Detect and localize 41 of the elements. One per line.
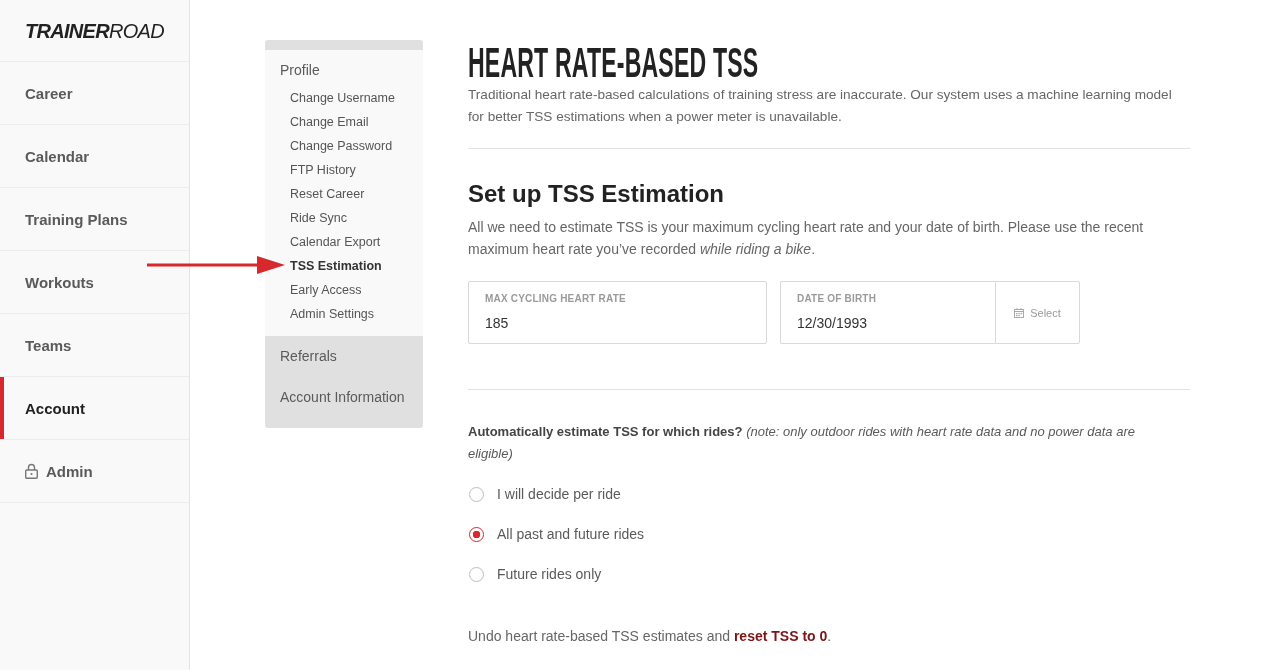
page-title: HEART RATE-BASED TSS	[468, 42, 759, 84]
menu-item[interactable]: FTP History	[290, 158, 408, 182]
date-field[interactable]: DATE OF BIRTH 12/30/1993	[780, 281, 995, 344]
nav-item[interactable]: Training Plans	[0, 188, 189, 251]
menu-item[interactable]: Change Username	[290, 86, 408, 110]
nav-item[interactable]: Account	[0, 377, 189, 440]
radio-label[interactable]: All past and future rides	[497, 526, 645, 542]
menu-item[interactable]: Reset Career	[290, 182, 408, 206]
radio-button[interactable]	[469, 526, 484, 542]
reset-note: Undo heart rate-based TSS estimates and reset TSS to 0.	[468, 627, 833, 646]
menu-section[interactable]: Account Information	[280, 387, 408, 408]
question-text: Automatically estimate TSS for which rides? (note: only outdoor rides with heart rate data and no power data are eligible)	[468, 423, 1136, 463]
logo: TRAINERROAD	[25, 19, 164, 42]
setup-text: All we need to estimate TSS is your maximum cycling heart rate and your date of birth. Please use the recent maximum heart rate you’ve recorded while riding a bike.	[468, 218, 1145, 259]
radio-label[interactable]: Future rides only	[497, 566, 602, 582]
field-label: MAX CYCLING HEART RATE	[485, 292, 626, 306]
field-label: DATE OF BIRTH	[797, 292, 877, 306]
nav-item[interactable]: Workouts	[0, 251, 189, 314]
radio-button[interactable]	[469, 566, 484, 582]
menu-item[interactable]: Change Email	[290, 110, 408, 134]
menu-item[interactable]: Change Password	[290, 134, 408, 158]
calendar-icon	[1014, 307, 1025, 318]
menu-section[interactable]: Profile	[280, 60, 408, 81]
nav-item[interactable]: Admin	[0, 440, 189, 503]
nav-item[interactable]: Teams	[0, 314, 189, 377]
menu-item[interactable]: Admin Settings	[290, 302, 408, 326]
heart-rate-field[interactable]: MAX CYCLING HEART RATE 185	[468, 281, 767, 344]
lock-icon	[25, 463, 38, 479]
radio-label[interactable]: I will decide per ride	[497, 486, 621, 502]
menu-item[interactable]: TSS Estimation	[290, 254, 408, 278]
menu-section[interactable]: Referrals	[280, 346, 408, 367]
radio-button[interactable]	[469, 486, 484, 502]
date-input[interactable]: 12/30/1993	[797, 313, 979, 333]
menu-item[interactable]: Calendar Export	[290, 230, 408, 254]
menu-item[interactable]: Early Access	[290, 278, 408, 302]
nav-item[interactable]: Career	[0, 62, 189, 125]
menu-item[interactable]: Ride Sync	[290, 206, 408, 230]
heart-rate-input[interactable]: 185	[485, 313, 750, 333]
description: Traditional heart rate-based calculations of training stress are inaccurate. Our system uses a machine learning model for better TSS estimations when a power meter is unavailable.	[468, 86, 1173, 126]
nav-item[interactable]: Calendar	[0, 125, 189, 188]
section-heading: Set up TSS Estimation	[468, 179, 726, 209]
